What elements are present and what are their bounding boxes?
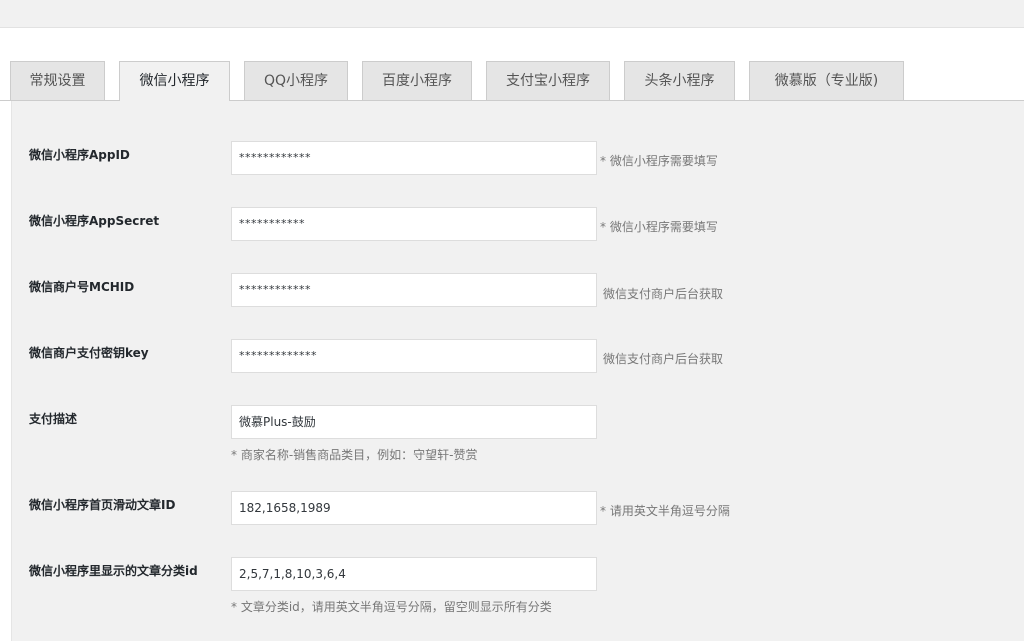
appsecret-hint: * 微信小程序需要填写 [600, 220, 718, 234]
paykey-label: 微信商户支付密钥key [29, 346, 149, 360]
paydesc-hint: * 商家名称-销售商品类目，例如：守望轩-赞赏 [231, 448, 478, 462]
mchid-label: 微信商户号MCHID [29, 280, 135, 294]
paydesc-input[interactable]: 微慕Plus-鼓励 [231, 405, 597, 439]
mchid-input[interactable]: ************ [231, 273, 597, 307]
tab-general[interactable]: 常规设置 [10, 61, 105, 100]
tab-qq-miniprogram[interactable]: QQ小程序 [244, 61, 348, 100]
appsecret-label: 微信小程序AppSecret [29, 214, 160, 228]
swiper-ids-input[interactable]: 182,1658,1989 [231, 491, 597, 525]
appid-input[interactable]: ************ [231, 141, 597, 175]
tab-alipay-miniprogram[interactable]: 支付宝小程序 [486, 61, 610, 100]
appid-hint: * 微信小程序需要填写 [600, 154, 718, 168]
settings-tabs: 常规设置 微信小程序 QQ小程序 百度小程序 支付宝小程序 头条小程序 微慕版（… [0, 61, 1024, 101]
paykey-input[interactable]: ************* [231, 339, 597, 373]
category-ids-label: 微信小程序里显示的文章分类id [29, 564, 198, 578]
tab-toutiao-miniprogram[interactable]: 头条小程序 [624, 61, 735, 100]
admin-top-bar [0, 0, 1024, 28]
paykey-hint: 微信支付商户后台获取 [603, 352, 724, 366]
category-ids-hint: * 文章分类id，请用英文半角逗号分隔，留空则显示所有分类 [231, 600, 552, 614]
swiper-ids-label: 微信小程序首页滑动文章ID [29, 498, 176, 512]
tab-baidu-miniprogram[interactable]: 百度小程序 [362, 61, 472, 100]
paydesc-label: 支付描述 [29, 412, 78, 426]
category-ids-input[interactable]: 2,5,7,1,8,10,3,6,4 [231, 557, 597, 591]
appsecret-input[interactable]: *********** [231, 207, 597, 241]
tab-wechat-miniprogram[interactable]: 微信小程序 [119, 61, 230, 101]
mchid-hint: 微信支付商户后台获取 [603, 287, 724, 301]
swiper-ids-hint: * 请用英文半角逗号分隔 [600, 504, 730, 518]
tab-weimu-pro[interactable]: 微慕版（专业版) [749, 61, 904, 100]
appid-label: 微信小程序AppID [29, 148, 130, 162]
